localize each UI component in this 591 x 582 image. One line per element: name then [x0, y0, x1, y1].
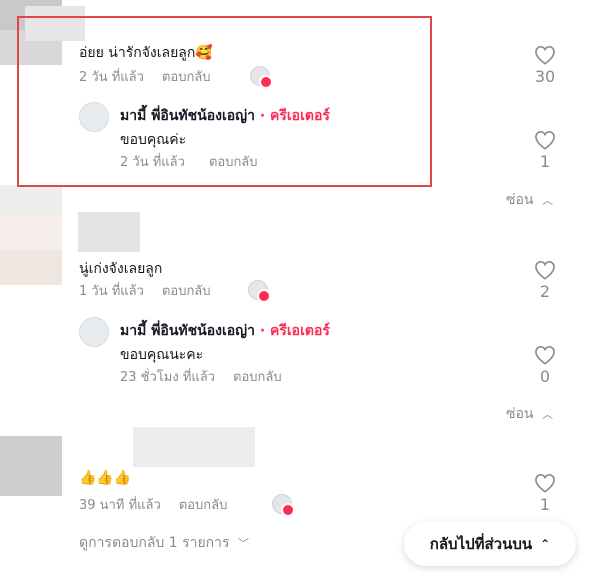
view-replies-button[interactable]: ดูการตอบกลับ 1 รายการ ﹀ [79, 532, 249, 554]
heart-icon[interactable] [525, 473, 565, 493]
creator-liked-avatar [248, 280, 271, 303]
back-to-top-label: กลับไปที่ส่วนบน [429, 535, 533, 553]
chevron-up-icon: ︿ [541, 408, 553, 421]
like-column: 30 [525, 45, 565, 86]
reply-button[interactable]: ตอบกลับ [233, 370, 282, 385]
blurred-name-2 [78, 212, 140, 252]
author-name[interactable]: มามี้ พี่อินทัชน้องเอญ่า [120, 323, 255, 339]
hide-replies-button[interactable]: ซ่อน ︿ [506, 403, 553, 425]
back-to-top-button[interactable]: กลับไปที่ส่วนบน ⌃ [404, 522, 576, 566]
hide-label: ซ่อน [506, 192, 534, 208]
heart-icon[interactable] [525, 345, 565, 365]
highlight-box [17, 16, 432, 187]
hide-label: ซ่อน [506, 406, 534, 422]
reply-text: ขอบคุณนะคะ [120, 347, 204, 363]
reply-button[interactable]: ตอบกลับ [179, 498, 228, 513]
avatar[interactable] [79, 317, 109, 347]
like-column: 2 [525, 260, 565, 301]
comment-meta: 39 นาที ที่แล้ว ตอบกลับ [79, 494, 227, 515]
like-column: 0 [525, 345, 565, 386]
comment-meta: 1 วัน ที่แล้ว ตอบกลับ [79, 280, 211, 301]
heart-icon[interactable] [525, 130, 565, 150]
like-count: 30 [534, 67, 556, 86]
reply-time: 23 ชั่วโมง ที่แล้ว [120, 370, 216, 385]
blurred-avatar-2b [0, 215, 62, 250]
comment-time: 1 วัน ที่แล้ว [79, 284, 144, 299]
chevron-down-icon: ﹀ [237, 537, 249, 550]
reply-button[interactable]: ตอบกลับ [162, 284, 211, 299]
creator-liked-heart-icon [257, 289, 271, 303]
creator-badge: · ครีเอเตอร์ [259, 323, 330, 339]
like-count: 2 [539, 282, 551, 301]
like-column: 1 [525, 130, 565, 171]
like-count: 1 [539, 495, 551, 514]
like-count: 0 [539, 367, 551, 386]
blurred-avatar-2 [0, 185, 62, 215]
reply-author[interactable]: มามี้ พี่อินทัชน้องเอญ่า · ครีเอเตอร์ [120, 320, 330, 342]
reply-meta: 23 ชั่วโมง ที่แล้ว ตอบกลับ [120, 366, 282, 387]
view-replies-label: ดูการตอบกลับ 1 รายการ [79, 535, 230, 551]
heart-icon[interactable] [525, 260, 565, 280]
like-column: 1 [525, 473, 565, 514]
creator-liked-heart-icon [281, 503, 295, 517]
chevron-up-icon: ︿ [541, 194, 553, 207]
comment-time: 39 นาที ที่แล้ว [79, 498, 161, 513]
double-chevron-up-icon: ⌃ [540, 537, 551, 551]
blurred-avatar-3 [0, 436, 62, 496]
blurred-name-3 [133, 427, 255, 467]
comment-text: 👍👍👍 [79, 470, 132, 486]
hide-replies-button[interactable]: ซ่อน ︿ [506, 189, 553, 211]
like-count: 1 [539, 152, 551, 171]
heart-icon[interactable] [525, 45, 565, 65]
creator-liked-avatar [272, 494, 295, 517]
blurred-avatar-2c [0, 250, 62, 285]
comment-text: นู่เก่งจังเลยลูก [79, 261, 163, 277]
